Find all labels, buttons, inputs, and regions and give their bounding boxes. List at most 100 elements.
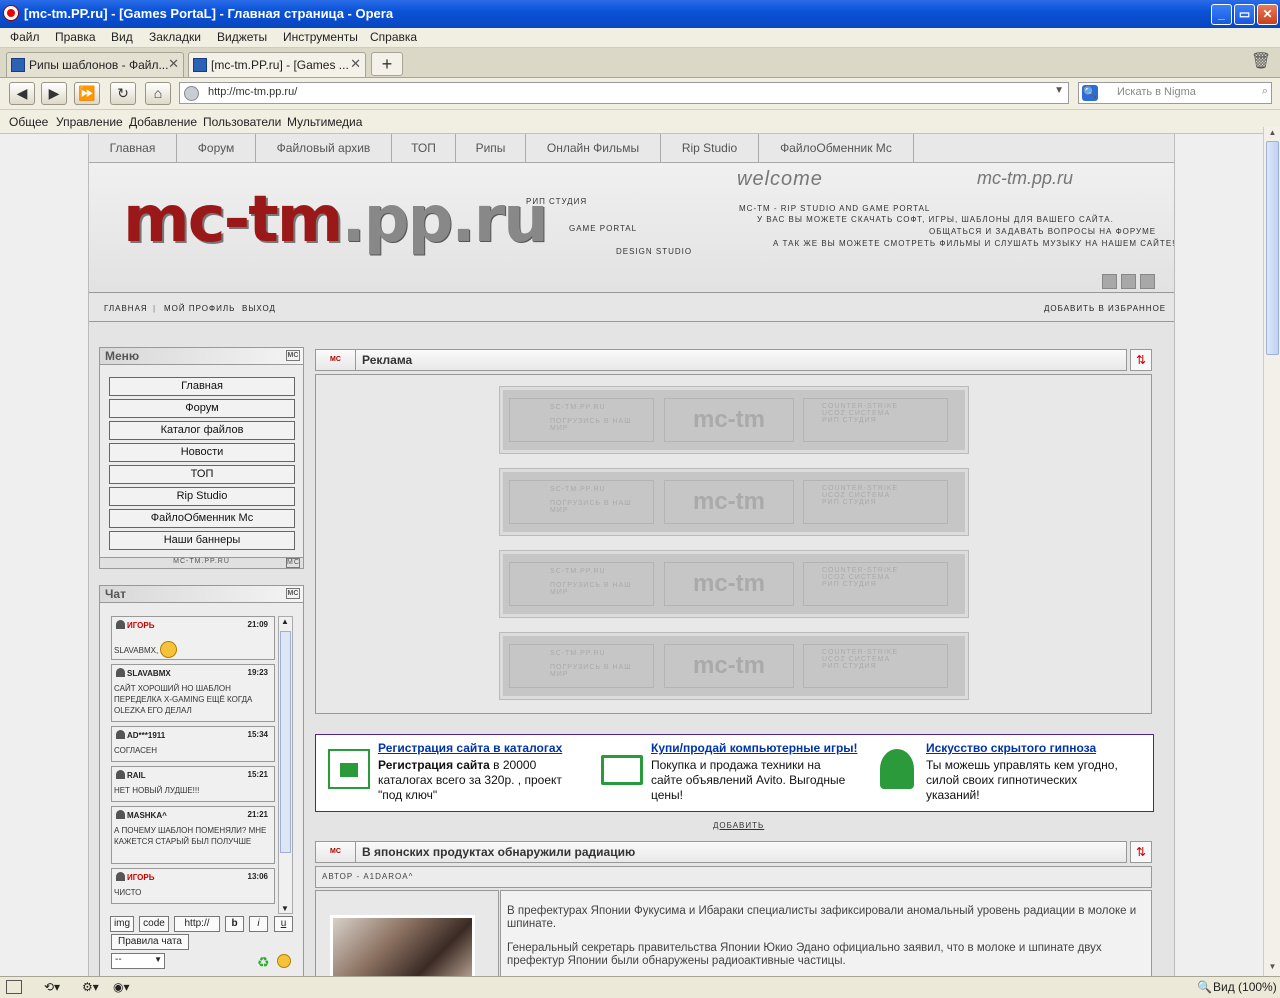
panel-general[interactable]: Общее xyxy=(9,115,48,129)
menu-bookmarks[interactable]: Закладки xyxy=(149,30,201,44)
maximize-button[interactable]: ▭ xyxy=(1234,4,1255,25)
chat-link-button[interactable]: http:// xyxy=(174,916,220,932)
site-logo[interactable]: mc-tm.pp.ru xyxy=(123,183,549,257)
chat-select[interactable]: -- ▼ xyxy=(111,953,165,969)
banner[interactable]: sc-tm.pp.ru погрузись в наш мир mc-tm cou… xyxy=(499,386,969,454)
minimize-button[interactable]: _ xyxy=(1211,4,1232,25)
tab-rips[interactable]: Рипы шаблонов - Файл... ✕ xyxy=(6,52,184,77)
chat-user[interactable]: игорь xyxy=(116,872,155,882)
add-favorite-link[interactable]: добавить в избранное xyxy=(1044,304,1166,313)
chat-user[interactable]: mashka^ xyxy=(116,810,167,820)
menu-view[interactable]: Вид xyxy=(111,30,133,44)
banner-text: рип студия xyxy=(822,581,877,588)
menu-item-news[interactable]: Новости xyxy=(109,443,295,462)
menu-item-top[interactable]: ТОП xyxy=(109,465,295,484)
menu-item-home[interactable]: Главная xyxy=(109,377,295,396)
menu-item-rip-studio[interactable]: Rip Studio xyxy=(109,487,295,506)
news-photo[interactable] xyxy=(330,915,475,976)
nav-file-exchanger[interactable]: ФайлоОбменник Мс xyxy=(759,134,914,162)
chevron-down-icon[interactable]: ▼ xyxy=(1054,85,1064,96)
toggle-icon[interactable]: ⇅ xyxy=(1130,349,1152,371)
trash-icon[interactable]: 🗑 xyxy=(1249,51,1273,75)
forward-button[interactable]: ▶ xyxy=(41,82,67,105)
menu-edit[interactable]: Правка xyxy=(55,30,96,44)
reload-button[interactable]: ↻ xyxy=(110,82,136,105)
banner-text: counter-strike xyxy=(822,403,899,410)
sync-icon[interactable]: ⟲▾ xyxy=(44,980,60,994)
smiley-icon[interactable] xyxy=(277,954,291,968)
user-exit-link[interactable]: выход xyxy=(242,304,276,313)
banner[interactable]: sc-tm.pp.ru погрузись в наш мир mc-tm cou… xyxy=(499,550,969,618)
ad-link[interactable]: Регистрация сайта в каталогах xyxy=(378,741,562,755)
chat-scrollbar[interactable]: ▲ ▼ xyxy=(278,616,293,914)
page-scroll-thumb[interactable] xyxy=(1266,141,1279,355)
ad-link[interactable]: Искусство скрытого гипноза xyxy=(926,741,1096,755)
banner[interactable]: sc-tm.pp.ru погрузись в наш мир mc-tm cou… xyxy=(499,468,969,536)
new-tab-button[interactable]: + xyxy=(371,52,403,76)
back-button[interactable]: ◀ xyxy=(9,82,35,105)
menu-tools[interactable]: Инструменты xyxy=(283,30,358,44)
chat-user[interactable]: rail xyxy=(116,770,146,780)
style-switch-button[interactable] xyxy=(1140,274,1155,289)
tab-mc-tm[interactable]: [mc-tm.PP.ru] - [Games ... ✕ xyxy=(188,52,366,77)
user-home-link[interactable]: главная xyxy=(104,304,148,313)
chat-rules-button[interactable]: Правила чата xyxy=(111,934,189,950)
chat-italic-button[interactable]: i xyxy=(249,916,268,932)
turbo-icon[interactable]: ◉▾ xyxy=(113,980,130,994)
panel-add[interactable]: Добавление xyxy=(129,115,197,129)
nav-rips[interactable]: Рипы xyxy=(456,134,526,162)
page-scrollbar[interactable]: ▲ ▼ xyxy=(1263,127,1280,976)
panel-manage[interactable]: Управление xyxy=(56,115,123,129)
panel-users[interactable]: Пользователи xyxy=(203,115,281,129)
scroll-down-icon[interactable]: ▼ xyxy=(281,904,289,913)
menu-widgets[interactable]: Виджеты xyxy=(217,30,267,44)
scroll-up-icon[interactable]: ▲ xyxy=(1266,128,1279,141)
chat-scroll-thumb[interactable] xyxy=(280,631,291,853)
zoom-level[interactable]: Вид (100%) xyxy=(1213,980,1277,994)
menu-item-banners[interactable]: Наши баннеры xyxy=(109,531,295,550)
chat-code-button[interactable]: code xyxy=(139,916,169,932)
chat-underline-button[interactable]: u xyxy=(274,916,293,932)
panel-toggle-icon[interactable] xyxy=(6,980,22,994)
user-profile-link[interactable]: мой профиль xyxy=(164,304,235,313)
news-title[interactable]: В японских продуктах обнаружили радиацию xyxy=(362,845,635,859)
menu-item-file-exchanger[interactable]: ФайлоОбменник Мс xyxy=(109,509,295,528)
search-engine-icon[interactable]: 🔍 xyxy=(1082,85,1098,101)
menu-help[interactable]: Справка xyxy=(370,30,417,44)
network-icon[interactable]: ⚙▾ xyxy=(82,980,99,994)
nav-home[interactable]: Главная xyxy=(89,134,177,162)
chat-user[interactable]: игорь xyxy=(116,620,155,630)
add-ad-link[interactable]: добавить xyxy=(713,821,764,830)
search-input[interactable]: 🔍 Искать в Nigma ⌕ xyxy=(1078,82,1272,104)
chat-user[interactable]: ad***1911 xyxy=(116,730,165,740)
scroll-up-icon[interactable]: ▲ xyxy=(281,617,289,626)
fast-forward-button[interactable]: ⏩ xyxy=(74,82,100,105)
menu-item-forum[interactable]: Форум xyxy=(109,399,295,418)
tab-close-icon[interactable]: ✕ xyxy=(168,56,179,72)
menu-item-catalog[interactable]: Каталог файлов xyxy=(109,421,295,440)
nav-top[interactable]: ТОП xyxy=(392,134,456,162)
search-go-icon[interactable]: ⌕ xyxy=(1262,85,1268,98)
panel-multimedia[interactable]: Мультимедиа xyxy=(287,115,362,129)
chat-user[interactable]: slavabmx xyxy=(116,668,171,678)
menu-file[interactable]: Файл xyxy=(10,30,40,44)
refresh-icon[interactable]: ♻ xyxy=(257,954,270,971)
banner[interactable]: sc-tm.pp.ru погрузись в наш мир mc-tm cou… xyxy=(499,632,969,700)
tab-close-icon[interactable]: ✕ xyxy=(350,56,361,72)
nav-rip-studio[interactable]: Rip Studio xyxy=(661,134,759,162)
style-switch-button[interactable] xyxy=(1102,274,1117,289)
chat-bold-button[interactable]: b xyxy=(225,916,244,932)
chat-img-button[interactable]: img xyxy=(110,916,134,932)
nav-forum[interactable]: Форум xyxy=(177,134,256,162)
close-button[interactable]: ✕ xyxy=(1257,4,1278,25)
zoom-icon[interactable]: 🔍 xyxy=(1197,980,1212,994)
style-switch-button[interactable] xyxy=(1121,274,1136,289)
url-field[interactable]: http://mc-tm.pp.ru/ ▼ xyxy=(179,82,1069,104)
nav-online-films[interactable]: Онлайн Фильмы xyxy=(526,134,661,162)
scroll-down-icon[interactable]: ▼ xyxy=(1266,962,1279,975)
toggle-icon[interactable]: ⇅ xyxy=(1130,841,1152,863)
nav-file-archive[interactable]: Файловый архив xyxy=(256,134,392,162)
home-button[interactable]: ⌂ xyxy=(145,82,171,105)
chat-text: согласен xyxy=(114,746,158,755)
ad-link[interactable]: Купи/продай компьютерные игры! xyxy=(651,741,858,755)
